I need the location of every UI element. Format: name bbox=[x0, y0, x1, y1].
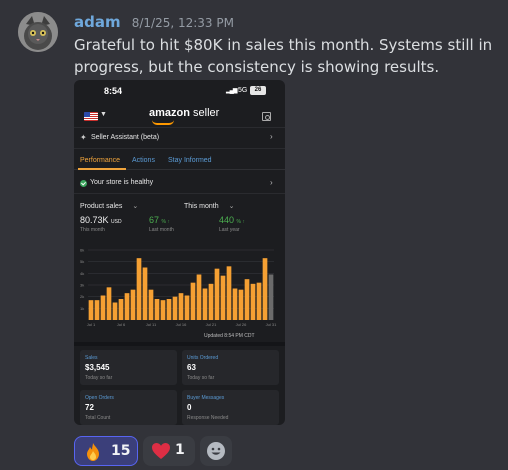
chart-bar bbox=[220, 275, 226, 320]
chart-bar bbox=[106, 287, 112, 320]
message-text: Grateful to hit $80K in sales this month… bbox=[74, 36, 493, 76]
chart-bar bbox=[130, 289, 136, 320]
x-tick-label: Jul 26 bbox=[236, 322, 247, 327]
tab-performance: Performance bbox=[80, 157, 121, 164]
chevron-down-icon: ▼ bbox=[100, 111, 107, 118]
y-tick-label: 3k bbox=[80, 283, 84, 288]
chart-bar bbox=[238, 289, 244, 320]
chart-bar bbox=[214, 268, 220, 320]
battery-icon: 26 bbox=[250, 86, 266, 95]
app-header: ▼ amazon seller bbox=[74, 102, 285, 128]
chart-bar bbox=[112, 302, 118, 320]
heart-icon bbox=[152, 443, 170, 459]
add-reaction-button[interactable] bbox=[200, 436, 232, 466]
y-tick-label: 6k bbox=[80, 248, 84, 253]
x-tick-label: Jul 6 bbox=[117, 322, 126, 327]
signal-icon: ▂▄▆ bbox=[226, 88, 238, 94]
chart-bar bbox=[142, 267, 148, 320]
chart-bar bbox=[166, 299, 172, 320]
metric-last-month: 67 % ↑ Last month bbox=[149, 215, 174, 233]
us-flag-icon bbox=[84, 112, 98, 121]
chart-bar bbox=[94, 300, 100, 320]
attached-screenshot[interactable]: 8:54 ▂▄▆ 5G 26 ▼ amazon seller ✦ Seller … bbox=[74, 80, 285, 425]
chevron-right-icon: › bbox=[270, 178, 273, 187]
metric-dropdown: Product sales ⌄ bbox=[80, 203, 139, 210]
tab-actions: Actions bbox=[132, 157, 155, 164]
check-icon bbox=[80, 180, 87, 187]
chart-bar bbox=[154, 299, 160, 320]
card-sales: Sales $3,545 Today so far bbox=[80, 350, 177, 385]
seller-assistant-label: Seller Assistant (beta) bbox=[91, 134, 160, 141]
chart-bar bbox=[208, 283, 214, 320]
chart-bar bbox=[232, 288, 238, 320]
message-header: adam 8/1/25, 12:33 PM bbox=[74, 12, 234, 31]
chart-bar bbox=[268, 274, 274, 320]
seller-assistant-row: ✦ Seller Assistant (beta) › bbox=[74, 129, 285, 149]
sparkle-icon: ✦ bbox=[80, 133, 87, 142]
chart-bar bbox=[172, 296, 178, 320]
fire-icon bbox=[87, 443, 99, 461]
active-tab-indicator bbox=[78, 168, 126, 170]
chart-bar bbox=[100, 295, 106, 320]
store-health-row: Your store is healthy › bbox=[74, 174, 285, 194]
phone-status-bar: 8:54 ▂▄▆ 5G 26 bbox=[74, 80, 285, 102]
chart-bar bbox=[262, 258, 268, 320]
x-tick-label: Jul 21 bbox=[206, 322, 217, 327]
chart-bar bbox=[244, 279, 250, 320]
updated-timestamp: Updated 8:54 PM CDT bbox=[204, 333, 255, 339]
chart-bar bbox=[202, 288, 208, 320]
cat-avatar-icon bbox=[18, 12, 58, 52]
chevron-down-icon: ⌄ bbox=[132, 203, 139, 210]
chart-bar bbox=[124, 293, 130, 320]
chart-bar bbox=[136, 258, 142, 320]
card-units-ordered: Units Ordered 63 Today so far bbox=[182, 350, 279, 385]
username[interactable]: adam bbox=[74, 13, 121, 31]
metric-last-year: 440 % ↑ Last year bbox=[219, 215, 245, 233]
user-avatar[interactable] bbox=[18, 12, 58, 52]
message-timestamp: 8/1/25, 12:33 PM bbox=[131, 16, 234, 30]
x-tick-label: Jul 16 bbox=[176, 322, 187, 327]
reaction-count: 1 bbox=[175, 442, 185, 458]
chart-bar bbox=[148, 289, 154, 320]
card-open-orders: Open Orders 72 Total Count bbox=[80, 390, 177, 425]
chart-bar bbox=[250, 283, 256, 320]
y-tick-label: 2k bbox=[80, 294, 84, 299]
x-tick-label: Jul 1 bbox=[87, 322, 96, 327]
amazon-seller-logo: amazon seller bbox=[149, 107, 220, 119]
period-dropdown: This month ⌄ bbox=[184, 203, 235, 210]
smiley-icon bbox=[207, 442, 225, 460]
chart-bar bbox=[178, 293, 184, 320]
tab-bar: Performance Actions Stay Informed bbox=[74, 152, 285, 170]
y-tick-label: 5k bbox=[80, 259, 84, 264]
camera-scan-icon bbox=[262, 112, 271, 121]
chart-bar bbox=[256, 282, 262, 320]
y-tick-label: 4k bbox=[80, 271, 84, 276]
tab-stay-informed: Stay Informed bbox=[168, 157, 212, 164]
status-time: 8:54 bbox=[104, 86, 123, 96]
network-label: 5G bbox=[238, 87, 248, 94]
store-health-label: Your store is healthy bbox=[90, 179, 154, 186]
chevron-right-icon: › bbox=[270, 132, 273, 141]
chart-bar bbox=[160, 300, 166, 320]
x-tick-label: Jul 31 bbox=[266, 322, 277, 327]
chevron-down-icon: ⌄ bbox=[228, 203, 235, 210]
chart-bar bbox=[118, 299, 124, 320]
chart-bar bbox=[88, 300, 94, 320]
metric-this-month: 80.73K USD This month bbox=[80, 215, 122, 233]
section-divider bbox=[74, 342, 285, 346]
chart-bar bbox=[184, 295, 190, 320]
reaction-fire[interactable]: 15 bbox=[74, 436, 138, 466]
chart-bar bbox=[226, 266, 232, 320]
y-tick-label: 1k bbox=[80, 306, 84, 311]
reaction-count: 15 bbox=[111, 443, 131, 459]
chart-bar bbox=[196, 274, 202, 320]
chart-bar bbox=[190, 282, 196, 320]
reaction-heart[interactable]: 1 bbox=[143, 436, 195, 466]
amazon-smile-icon bbox=[152, 120, 174, 125]
x-tick-label: Jul 11 bbox=[146, 322, 157, 327]
card-buyer-messages: Buyer Messages 0 Response Needed bbox=[182, 390, 279, 425]
